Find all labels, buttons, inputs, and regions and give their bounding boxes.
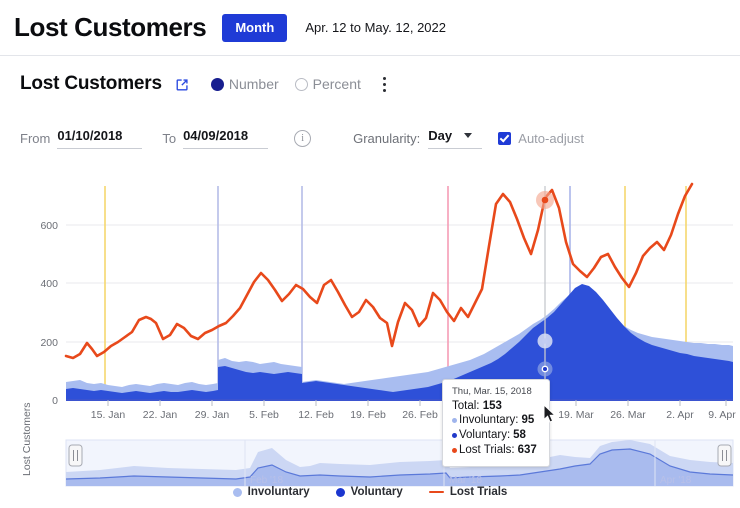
lost-customers-page: Lost Customers Month Apr. 12 to May. 12,… (0, 0, 740, 508)
radio-option-percent[interactable]: Percent (294, 76, 361, 92)
grid-lines (66, 224, 733, 343)
legend-item-lost-trials[interactable]: Lost Trials (428, 486, 508, 498)
legend-dot-involuntary-icon (232, 487, 242, 497)
svg-text:22. Jan: 22. Jan (143, 409, 178, 421)
granularity-value: Day (428, 127, 453, 143)
y-axis-tick-labels: 600 400 200 0 (40, 220, 58, 407)
legend-dot-voluntary-icon (335, 487, 345, 497)
radio-label-number: Number (228, 76, 279, 92)
tooltip-label-lost-trials: Lost Trials: (459, 444, 515, 457)
tooltip-row-voluntary: Voluntary: 58 (452, 428, 540, 443)
auto-adjust-label: Auto-adjust (518, 130, 585, 146)
chevron-down-icon (464, 132, 473, 138)
navigator[interactable]: Feb '18 Mar '18 Apr '18 (65, 439, 734, 487)
svg-text:26. Feb: 26. Feb (402, 409, 438, 421)
page-title: Lost Customers (14, 12, 207, 42)
from-date-value: 01/10/2018 (57, 127, 123, 143)
tooltip-dot-lost-trials-icon (452, 448, 457, 454)
tooltip-total-value: 153 (482, 400, 502, 412)
tooltip-label-voluntary: Voluntary: (459, 429, 511, 442)
svg-text:15. Jan: 15. Jan (91, 409, 126, 421)
svg-text:9. Apr: 9. Apr (708, 409, 736, 421)
tooltip-value-involuntary: 95 (521, 414, 535, 426)
period-badge-month[interactable]: Month (222, 13, 288, 42)
tooltip-date: Thu, Mar. 15, 2018 (452, 386, 532, 397)
svg-text:12. Feb: 12. Feb (298, 409, 334, 421)
widget-header: Lost Customers Number Percent (0, 56, 740, 112)
tooltip-total-label: Total: (452, 400, 480, 412)
svg-text:19. Feb: 19. Feb (350, 409, 386, 421)
radio-dot-percent-icon (294, 77, 308, 91)
tooltip-total: Total: 153 (452, 400, 540, 412)
to-date-field[interactable]: 04/09/2018 (183, 127, 269, 149)
svg-text:200: 200 (40, 337, 58, 349)
chart-area: Lost Customers 600 400 200 0 15. Jan 22.… (0, 176, 740, 508)
y-axis-title: Lost Customers (21, 402, 33, 476)
to-date-value: 04/09/2018 (183, 127, 249, 143)
tooltip-value-lost-trials: 637 (517, 444, 537, 457)
legend-line-lost-trials-icon (428, 490, 444, 494)
x-axis-tick-labels: 15. Jan 22. Jan 29. Jan 5. Feb 12. Feb 1… (91, 409, 736, 421)
svg-text:400: 400 (40, 278, 58, 290)
auto-adjust-checkbox[interactable] (498, 131, 512, 145)
tooltip-value-voluntary: 58 (513, 429, 526, 442)
svg-text:29. Jan: 29. Jan (195, 409, 230, 421)
legend-label-involuntary: Involuntary (247, 486, 310, 498)
legend-item-voluntary[interactable]: Voluntary (335, 486, 403, 498)
date-range-text: Apr. 12 to May. 12, 2022 (305, 20, 446, 35)
top-header-bar: Lost Customers Month Apr. 12 to May. 12,… (0, 0, 740, 56)
navigator-label-feb: Feb '18 (250, 475, 283, 486)
tooltip-dot-voluntary-icon (452, 433, 457, 439)
from-date-field[interactable]: 01/10/2018 (57, 127, 143, 149)
display-mode-radio-group: Number Percent (210, 76, 377, 92)
chart-svg[interactable]: Lost Customers 600 400 200 0 15. Jan 22.… (0, 176, 740, 508)
chart-legend: Involuntary Voluntary Lost Trials (0, 486, 740, 498)
radio-label-percent: Percent (312, 76, 361, 92)
chart-tooltip: Thu, Mar. 15, 2018 Total: 153 Involuntar… (442, 379, 550, 467)
mouse-cursor-icon (543, 404, 556, 423)
from-label: From (20, 130, 51, 146)
radio-dot-number-icon (210, 77, 224, 91)
svg-text:0: 0 (52, 395, 58, 407)
svg-text:19. Mar: 19. Mar (558, 409, 594, 421)
tooltip-row-lost-trials: Lost Trials: 637 (452, 443, 540, 458)
navigator-label-mar: Mar '18 (449, 475, 482, 486)
info-icon[interactable]: i (294, 129, 312, 147)
marker-lost-trials (541, 196, 549, 204)
granularity-label: Granularity: (353, 130, 421, 146)
navigator-left-handle[interactable] (68, 444, 83, 467)
to-label: To (162, 130, 177, 146)
kebab-menu-icon[interactable] (379, 76, 390, 92)
granularity-select[interactable]: Day (428, 127, 483, 149)
chart-controls-row: From 01/10/2018 To 04/09/2018 i Granular… (0, 112, 740, 164)
widget-title: Lost Customers (20, 73, 162, 94)
marker-involuntary (542, 338, 548, 344)
tooltip-label-involuntary: Involuntary: (459, 414, 519, 426)
svg-text:26. Mar: 26. Mar (610, 409, 646, 421)
svg-text:5. Feb: 5. Feb (249, 409, 279, 421)
svg-text:2. Apr: 2. Apr (666, 409, 694, 421)
external-link-icon[interactable] (174, 76, 191, 93)
legend-label-lost-trials: Lost Trials (449, 486, 508, 498)
tooltip-dot-involuntary-icon (452, 418, 457, 424)
navigator-label-apr: Apr '18 (660, 475, 692, 486)
legend-label-voluntary: Voluntary (350, 486, 403, 498)
radio-option-number[interactable]: Number (210, 76, 279, 92)
tooltip-row-involuntary: Involuntary: 95 (452, 413, 540, 428)
navigator-right-handle[interactable] (717, 444, 732, 467)
marker-voluntary (543, 367, 547, 371)
svg-text:600: 600 (40, 220, 58, 232)
legend-item-involuntary[interactable]: Involuntary (232, 486, 310, 498)
